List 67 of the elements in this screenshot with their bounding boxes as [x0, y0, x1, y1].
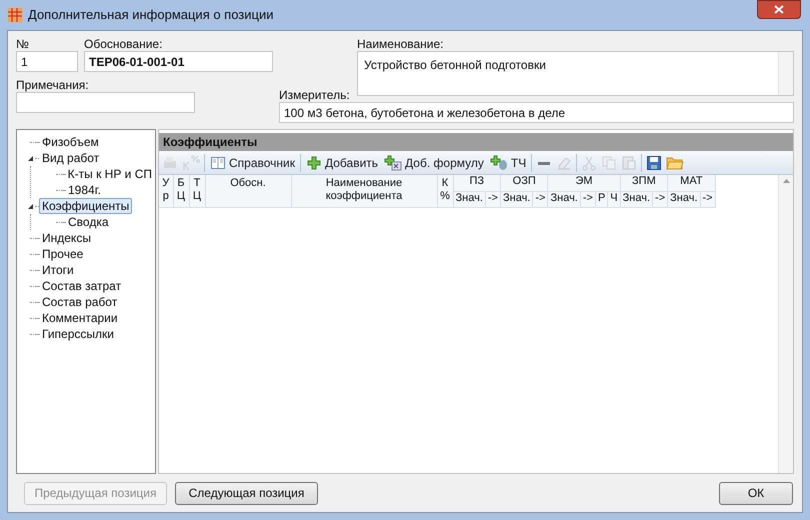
column-header[interactable]: Знач.: [453, 191, 486, 207]
text-field[interactable]: ТЕР06-01-001-01: [84, 51, 273, 72]
field-label: Наименование:: [357, 36, 445, 51]
collapse-icon[interactable]: [26, 202, 34, 210]
column-header[interactable]: ->: [532, 191, 548, 207]
tree-item[interactable]: Состав затрат: [39, 278, 124, 294]
column-header[interactable]: Ч: [608, 191, 620, 207]
column-header[interactable]: Знач.: [668, 191, 700, 207]
close-button[interactable]: [757, 0, 801, 19]
scrollbar[interactable]: [778, 52, 793, 95]
plus-formula-icon: [384, 154, 402, 170]
plus-table-icon: [490, 154, 508, 170]
tree-item[interactable]: Вид работ: [39, 150, 102, 166]
column-header[interactable]: Наименование коэффициента: [291, 175, 437, 207]
tree-item[interactable]: 1984г.: [65, 182, 104, 198]
text-field[interactable]: 1: [16, 51, 78, 72]
book-icon: [210, 154, 226, 170]
column-header[interactable]: Т Ц: [189, 175, 205, 207]
column-header[interactable]: Р: [595, 191, 608, 207]
text-area[interactable]: Устройство бетонной подготовки: [357, 51, 794, 96]
tree-item[interactable]: К-ты к НР и СП: [64, 166, 155, 182]
column-header[interactable]: Обосн.: [205, 175, 291, 207]
column-header[interactable]: ->: [700, 191, 716, 207]
column-header[interactable]: ПЗ: [453, 175, 500, 191]
toolbar-button[interactable]: Добавить: [305, 154, 380, 172]
dialog-button[interactable]: ОК: [719, 482, 793, 504]
tree-item[interactable]: Сводка: [65, 214, 112, 230]
tree-item[interactable]: Состав работ: [39, 294, 120, 310]
column-header[interactable]: ЗПМ: [620, 175, 668, 191]
column-header[interactable]: ОЗП: [500, 175, 548, 191]
column-header[interactable]: ->: [580, 191, 596, 207]
column-header[interactable]: Знач.: [548, 191, 580, 207]
tree-item[interactable]: Гиперссылки: [39, 326, 117, 342]
text-field[interactable]: [16, 92, 195, 113]
toolbar-button[interactable]: ТЧ: [488, 154, 528, 172]
column-header[interactable]: Знач.: [500, 191, 533, 207]
plus-icon: [306, 154, 322, 170]
text-field[interactable]: 100 м3 бетона, бутобетона и железобетона в деле: [279, 102, 794, 123]
tree-item[interactable]: Индексы: [39, 230, 94, 246]
column-header[interactable]: ->: [652, 191, 668, 207]
tree-item[interactable]: Физобъем: [39, 134, 102, 150]
panel-title: Коэффициенты: [163, 134, 258, 151]
scrollbar[interactable]: [778, 175, 793, 473]
column-header[interactable]: МАТ: [668, 175, 716, 191]
toolbar-button[interactable]: Справочник: [209, 154, 296, 172]
collapse-icon[interactable]: [26, 154, 34, 162]
column-header[interactable]: У р: [159, 175, 173, 207]
column-header[interactable]: Б Ц: [173, 175, 189, 207]
dialog-button[interactable]: Следующая позиция: [175, 482, 318, 504]
tree-item[interactable]: Коэффициенты: [39, 198, 132, 214]
window-title: Дополнительная информация о позиции: [28, 6, 274, 24]
scroll-up-icon[interactable]: [782, 179, 790, 183]
table-icon: [7, 7, 23, 23]
column-header[interactable]: ЭМ: [548, 175, 620, 191]
tree-item[interactable]: Итоги: [39, 262, 77, 278]
field-label: Измеритель:: [279, 87, 351, 102]
field-label: Примечания:: [16, 77, 90, 92]
column-header[interactable]: К %: [437, 175, 453, 207]
column-header[interactable]: ->: [485, 191, 500, 207]
field-label: №: [16, 36, 30, 51]
close-icon: [774, 5, 784, 14]
tree-item[interactable]: Комментарии: [39, 310, 121, 326]
column-header[interactable]: Знач.: [620, 191, 653, 207]
toolbar-button[interactable]: Доб. формулу: [383, 154, 485, 172]
save-icon[interactable]: [646, 154, 662, 170]
tree-item[interactable]: Прочее: [39, 246, 86, 262]
field-label: Обоснование:: [84, 36, 164, 51]
